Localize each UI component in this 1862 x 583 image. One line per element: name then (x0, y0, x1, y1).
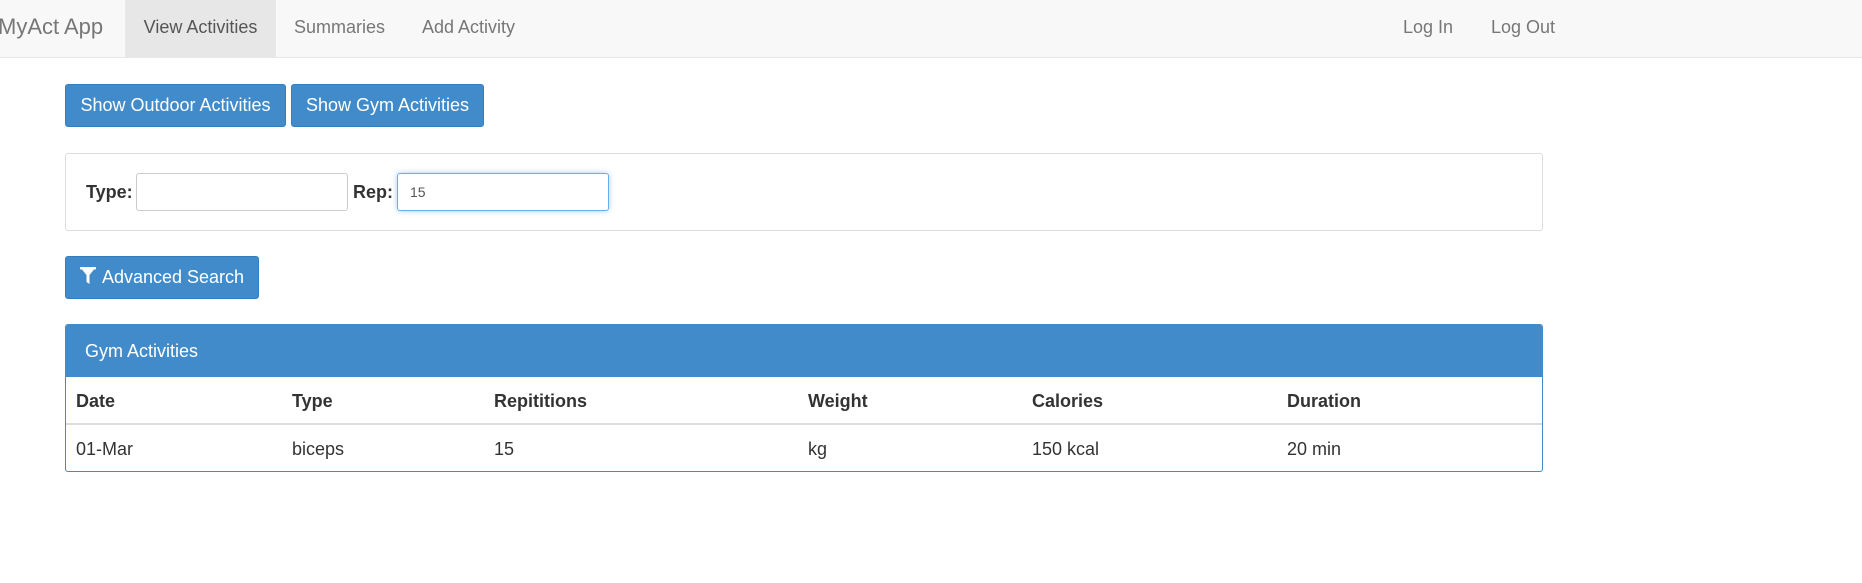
advanced-search-button[interactable]: Advanced Search (65, 256, 259, 299)
column-header-weight: Weight (808, 391, 868, 411)
type-label: Type: (86, 182, 133, 202)
nav-view-activities[interactable]: View Activities (125, 0, 276, 57)
cell-weight: kg (808, 439, 828, 459)
rep-label: Rep: (353, 182, 393, 202)
nav-log-in[interactable]: Log In (1384, 0, 1472, 57)
column-header-calories: Calories (1032, 391, 1104, 411)
nav-log-out[interactable]: Log Out (1472, 0, 1574, 57)
column-header-date: Date (76, 391, 116, 411)
navbar: MyAct App View Activities Summaries Add … (0, 0, 1862, 58)
cell-duration: 20 min (1287, 439, 1342, 459)
column-header-repititions: Repititions (494, 391, 587, 411)
cell-type: biceps (292, 439, 345, 459)
panel-title: Gym Activities (66, 325, 1542, 377)
rep-input[interactable] (397, 173, 609, 211)
cell-calories: 150 kcal (1032, 439, 1100, 459)
cell-repititions: 15 (494, 439, 515, 459)
gym-activities-panel: Gym Activities Date Type Repititions Wei… (65, 324, 1543, 472)
advanced-search-label: Advanced Search (101, 267, 245, 287)
filter-icon (79, 259, 96, 300)
show-gym-activities-button[interactable]: Show Gym Activities (291, 84, 484, 127)
column-header-type: Type (292, 391, 333, 411)
column-header-duration: Duration (1287, 391, 1361, 411)
show-outdoor-activities-button[interactable]: Show Outdoor Activities (65, 84, 286, 127)
nav-add-activity[interactable]: Add Activity (403, 0, 534, 57)
nav-summaries[interactable]: Summaries (276, 0, 403, 57)
brand-logo[interactable]: MyAct App (0, 0, 103, 57)
table-header-row: Date Type Repititions Weight Calories Du… (66, 377, 1542, 425)
cell-date: 01-Mar (76, 439, 134, 459)
search-form: Type: Rep: (65, 153, 1543, 231)
table-row: 01-Mar biceps 15 kg 150 kcal 20 min (66, 425, 1542, 471)
type-input[interactable] (136, 173, 348, 211)
